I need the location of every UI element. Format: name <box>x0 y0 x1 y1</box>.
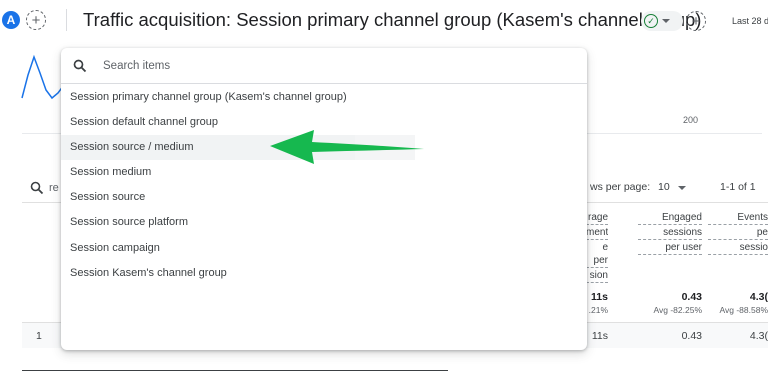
total-value: 11s <box>591 291 608 303</box>
dropdown-item[interactable]: Session source platform <box>61 210 587 235</box>
dimension-picker-dropdown: Session primary channel group (Kasem's c… <box>61 48 587 350</box>
rows-per-page-select[interactable]: 10 <box>658 181 670 193</box>
chart-line-series <box>21 54 65 100</box>
report-status-chip[interactable]: ✓ <box>641 11 683 31</box>
header-divider <box>66 9 67 31</box>
total-comparison: .21% <box>588 305 608 315</box>
dropdown-item[interactable]: Session campaign <box>61 236 587 261</box>
add-comparison-icon[interactable]: + <box>26 10 46 30</box>
green-arrow-icon <box>270 130 424 164</box>
dropdown-item[interactable]: Session source <box>61 185 587 210</box>
pagination-range: 1-1 of 1 <box>720 181 756 193</box>
row-cell: 0.43 <box>681 330 702 342</box>
total-comparison: Avg -88.58% <box>719 305 768 315</box>
row-cell: 11s <box>591 330 608 342</box>
report-header: A + Traffic acquisition: Session primary… <box>0 0 768 40</box>
table-bottom-rule <box>22 370 448 371</box>
search-items-input[interactable] <box>103 57 563 75</box>
rows-per-page-label: ws per page: <box>590 181 651 193</box>
dropdown-item[interactable]: Session Kasem's channel group <box>61 261 587 286</box>
search-icon <box>30 181 44 195</box>
check-circle-icon: ✓ <box>644 14 658 28</box>
total-value: 4.3( <box>749 291 768 303</box>
total-value: 0.43 <box>681 291 702 303</box>
dropdown-item[interactable]: Session primary channel group (Kasem's c… <box>61 85 587 110</box>
table-search-input[interactable]: re <box>49 182 59 194</box>
column-header-engaged-sessions-per-user[interactable]: Engaged sessions per user <box>638 211 702 256</box>
dropdown-search-bar <box>61 48 587 84</box>
search-icon <box>73 59 87 73</box>
date-range-selector[interactable]: Last 28 d <box>732 16 768 26</box>
chevron-down-icon <box>662 19 670 23</box>
page-title: Traffic acquisition: Session primary cha… <box>83 9 702 30</box>
rows-per-page-caret-icon[interactable] <box>678 186 686 190</box>
row-index: 1 <box>36 330 42 342</box>
comparison-avatar[interactable]: A <box>2 11 20 29</box>
total-comparison: Avg -82.25% <box>653 305 702 315</box>
column-header-engagement-time[interactable]: rage ment e per sion <box>586 211 608 284</box>
y-axis-tick-label: 200 <box>683 115 699 125</box>
add-to-report-icon[interactable]: + <box>686 11 706 31</box>
row-cell: 4.3( <box>749 330 768 342</box>
column-header-events-per-session[interactable]: Events pe sessio <box>708 211 768 256</box>
